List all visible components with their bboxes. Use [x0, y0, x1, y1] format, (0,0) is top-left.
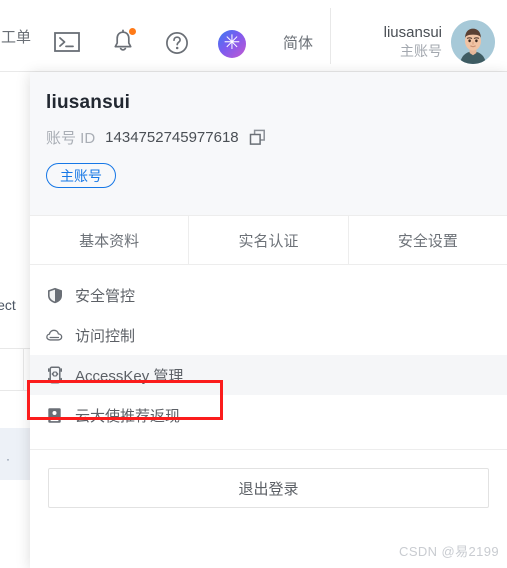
background-text-fragment: ject — [0, 297, 16, 313]
notification-badge-dot — [129, 28, 136, 35]
header-divider — [330, 8, 331, 64]
bell-icon[interactable] — [108, 28, 138, 56]
menu-item-accesskey-management[interactable]: AccessKey 管理 — [30, 355, 507, 395]
sparkle-ai-icon[interactable]: ✳ — [216, 30, 248, 58]
ticket-menu-item[interactable]: 工单 — [0, 24, 38, 48]
header-user-name: liusansui — [383, 24, 442, 42]
background-row-marker: · — [6, 452, 10, 466]
user-name-group: liusansui 主账号 — [384, 24, 442, 59]
user-dropdown-panel: liusansui 账号 ID 1434752745977618 主账号 基本资… — [30, 72, 507, 568]
key-icon — [46, 366, 63, 384]
terminal-icon[interactable] — [52, 30, 82, 54]
menu-item-label: 云大使推荐返现 — [75, 407, 181, 425]
account-id-row: 账号 ID 1434752745977618 — [46, 127, 507, 148]
menu-item-label: 安全管控 — [75, 287, 136, 305]
menu-item-security-control[interactable]: 安全管控 — [30, 275, 507, 315]
menu-item-cloud-ambassador-rebate[interactable]: 云大使推荐返现 — [30, 395, 507, 435]
account-id-value: 1434752745977618 — [105, 129, 239, 146]
cloud-icon — [46, 327, 63, 344]
watermark: CSDN @易2199 — [399, 544, 499, 559]
menu-item-label: AccessKey 管理 — [75, 367, 184, 385]
header-user-role: 主账号 — [400, 42, 442, 59]
menu-item-label: 访问控制 — [75, 327, 136, 345]
account-type-badge: 主账号 — [46, 163, 116, 188]
help-icon[interactable] — [162, 30, 192, 56]
tab-basic-info[interactable]: 基本资料 — [30, 216, 190, 264]
screenshot-root: ject · 工单 — [0, 0, 507, 568]
language-switcher[interactable]: 简体 — [277, 30, 319, 54]
shield-icon — [46, 287, 63, 304]
copy-icon[interactable] — [249, 129, 266, 146]
sparkle-ai-glyph: ✳ — [223, 32, 241, 54]
dropdown-user-name: liusansui — [46, 92, 131, 113]
tab-real-name-verification[interactable]: 实名认证 — [189, 216, 349, 264]
dropdown-tabs: 基本资料 实名认证 安全设置 — [30, 215, 507, 265]
background-table-line — [23, 348, 24, 390]
menu-item-access-control[interactable]: 访问控制 — [30, 315, 507, 355]
card-icon — [46, 407, 63, 424]
dropdown-footer: 退出登录 — [30, 450, 507, 508]
logout-button[interactable]: 退出登录 — [48, 468, 489, 508]
dropdown-menu-list: 安全管控 访问控制 AccessKey 管理 云大使推荐返现 — [30, 265, 507, 445]
user-menu-trigger[interactable]: liusansui 主账号 — [345, 18, 495, 66]
avatar[interactable] — [451, 20, 495, 64]
account-id-label: 账号 ID — [46, 130, 96, 147]
tab-security-settings[interactable]: 安全设置 — [349, 216, 507, 264]
top-header-bar: 工单 ✳ 简体 liusansui 主账号 — [0, 0, 507, 72]
dropdown-header: liusansui 账号 ID 1434752745977618 主账号 — [30, 72, 507, 215]
sparkle-ai-circle: ✳ — [218, 30, 246, 58]
